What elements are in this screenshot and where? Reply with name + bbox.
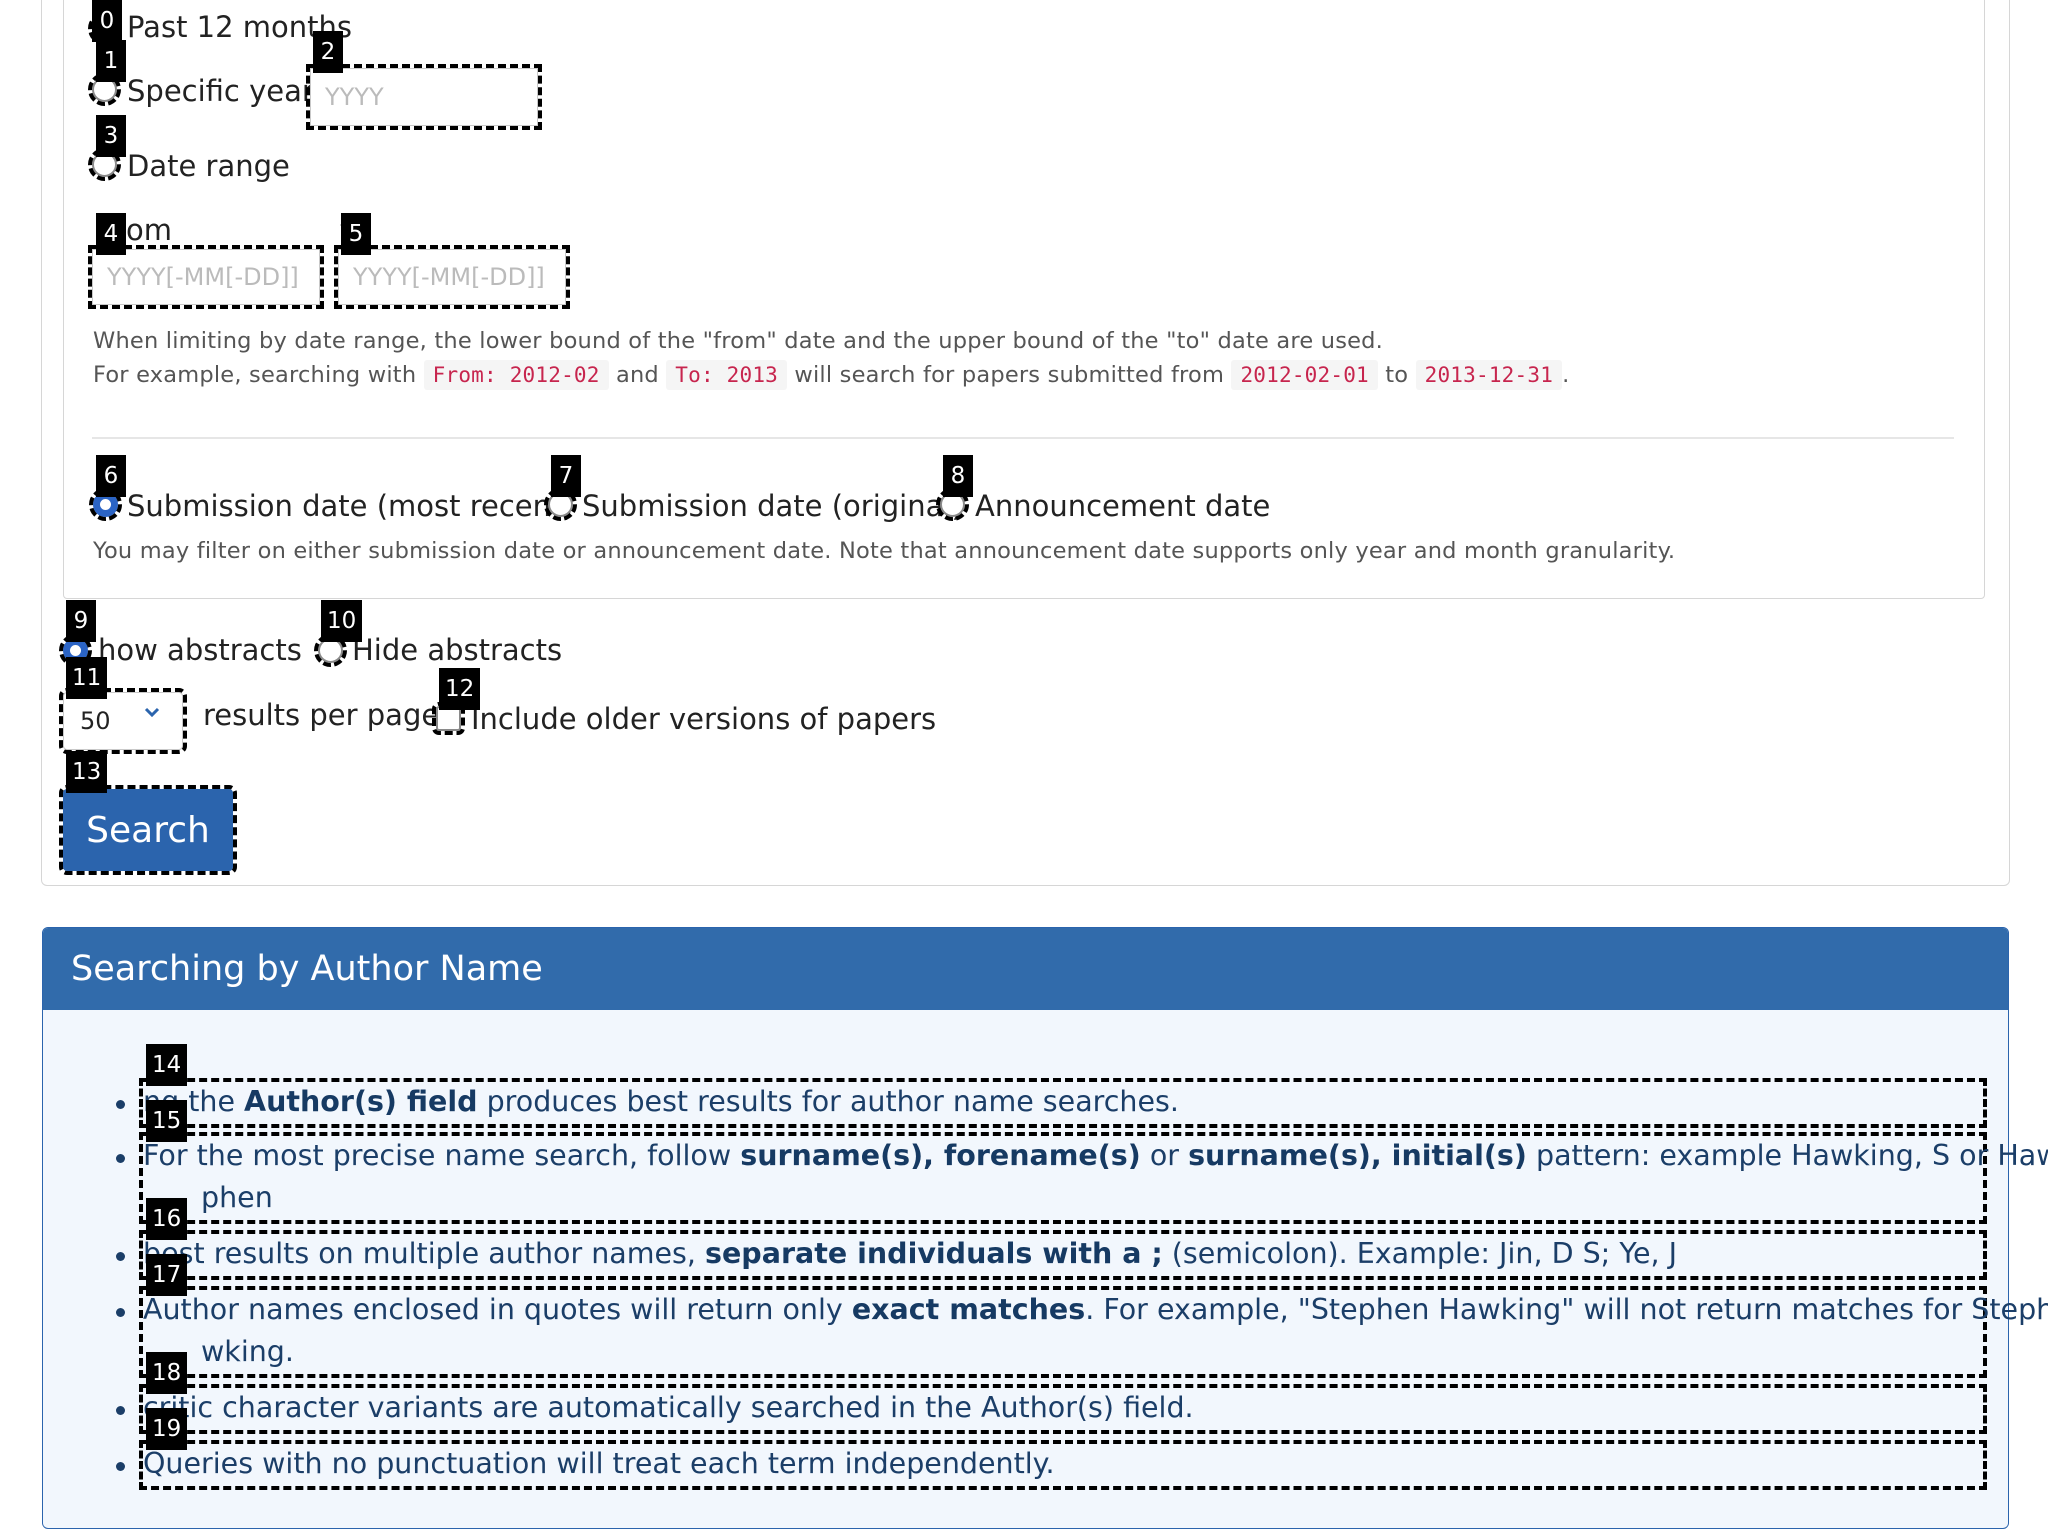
badge-6: 6: [96, 455, 126, 497]
bullet-dot: [116, 1308, 125, 1317]
author-tip-item[interactable]: Queries with no punctuation will treat e…: [139, 1440, 1987, 1490]
badge-7: 7: [551, 455, 581, 497]
from-label: om: [126, 213, 172, 247]
submission-recent-label: Submission date (most recent): [127, 489, 574, 523]
author-tip-text-line2: wking.: [201, 1335, 294, 1368]
badge-19: 19: [146, 1408, 188, 1450]
author-tip-text: critic character variants are automatica…: [143, 1391, 1194, 1424]
badge-18: 18: [146, 1352, 188, 1394]
date-range-example: For example, searching with From: 2012-0…: [93, 360, 1570, 390]
badge-4: 4: [96, 213, 126, 255]
badge-8: 8: [943, 455, 973, 497]
to-date-input[interactable]: YYYY[-MM[-DD]]: [334, 245, 570, 309]
author-tip-item[interactable]: best results on multiple author names, s…: [139, 1230, 1987, 1280]
specific-year-input[interactable]: YYYY: [306, 64, 542, 130]
badge-17: 17: [146, 1254, 188, 1296]
announcement-label: Announcement date: [975, 489, 1271, 523]
badge-15: 15: [146, 1100, 188, 1142]
author-tip-text: ng the Author(s) field produces best res…: [143, 1085, 1179, 1118]
author-tip-item[interactable]: critic character variants are automatica…: [139, 1384, 1987, 1434]
search-button[interactable]: Search: [59, 785, 237, 875]
chevron-down-icon: [144, 707, 160, 717]
bullet-dot: [116, 1462, 125, 1471]
bullet-dot: [116, 1100, 125, 1109]
show-abstracts-label: how abstracts: [98, 633, 302, 667]
badge-14: 14: [146, 1044, 188, 1086]
hide-abstracts-label: Hide abstracts: [352, 633, 563, 667]
author-tip-text: Queries with no punctuation will treat e…: [143, 1447, 1055, 1480]
badge-1: 1: [96, 40, 126, 82]
date-range-help: When limiting by date range, the lower b…: [93, 328, 1383, 354]
from-date-input[interactable]: YYYY[-MM[-DD]]: [88, 245, 324, 309]
bullet-dot: [116, 1154, 125, 1163]
author-panel-title: Searching by Author Name: [43, 928, 2008, 1010]
code-start: 2012-02-01: [1231, 360, 1378, 390]
code-end: 2013-12-31: [1415, 360, 1563, 390]
badge-11: 11: [66, 657, 108, 699]
author-tip-item[interactable]: ng the Author(s) field produces best res…: [139, 1078, 1987, 1128]
divider: [92, 437, 1954, 439]
author-help-panel: Searching by Author Name: [42, 927, 2009, 1529]
code-to: To: 2013: [666, 360, 788, 390]
bullet-dot: [116, 1252, 125, 1261]
badge-16: 16: [146, 1198, 188, 1240]
author-tip-text: Author names enclosed in quotes will ret…: [143, 1293, 2048, 1326]
badge-3: 3: [96, 115, 126, 157]
badge-10: 10: [321, 600, 363, 642]
date-range-label: Date range: [127, 149, 290, 183]
date-type-help: You may filter on either submission date…: [93, 538, 1676, 564]
badge-13: 13: [66, 751, 108, 793]
badge-12: 12: [439, 668, 481, 710]
badge-2: 2: [313, 31, 343, 73]
author-tip-item[interactable]: For the most precise name search, follow…: [139, 1132, 2048, 1224]
author-tip-text-line2: phen: [201, 1181, 273, 1214]
author-tip-text: For the most precise name search, follow…: [143, 1139, 2048, 1172]
code-from: From: 2012-02: [423, 360, 609, 390]
badge-9: 9: [66, 600, 96, 642]
bullet-dot: [116, 1406, 125, 1415]
badge-0: 0: [92, 0, 122, 42]
specific-year-label: Specific year: [127, 74, 314, 108]
submission-original-label: Submission date (original): [582, 489, 963, 523]
author-tip-item[interactable]: Author names enclosed in quotes will ret…: [139, 1286, 2048, 1378]
results-per-page-label: results per page: [203, 698, 440, 732]
author-tip-text: best results on multiple author names, s…: [143, 1237, 1678, 1270]
results-per-page-select[interactable]: 50: [59, 688, 187, 754]
older-versions-label: Include older versions of papers: [471, 702, 937, 736]
badge-5: 5: [341, 213, 371, 255]
results-per-page-value: 50: [80, 707, 111, 735]
